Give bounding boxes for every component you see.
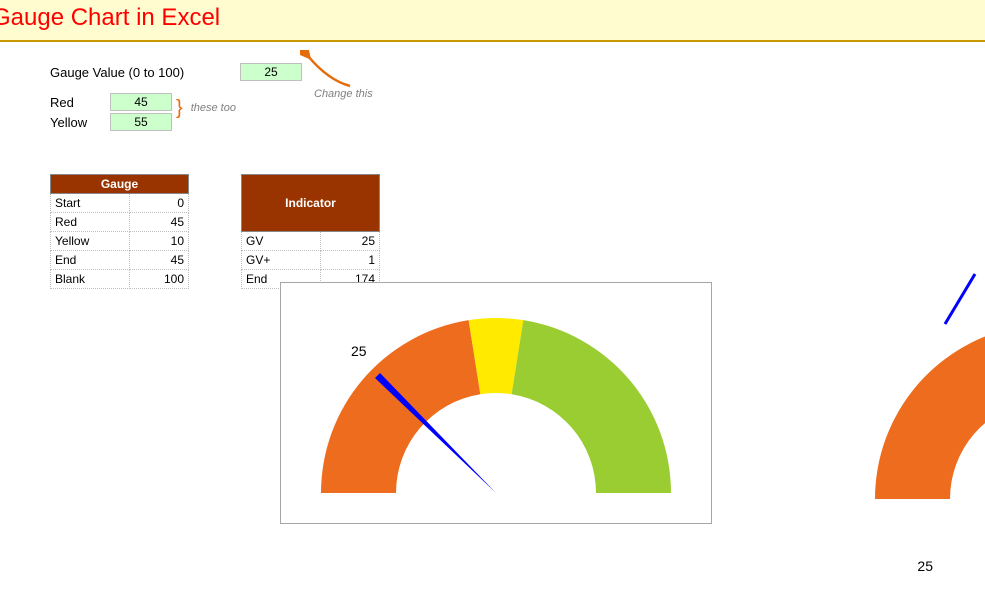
table-row: Blank100 — [51, 270, 189, 289]
gauge-value-label: Gauge Value (0 to 100) — [50, 65, 190, 80]
yellow-input[interactable]: 55 — [110, 113, 172, 131]
indicator-table-header: Indicator — [242, 175, 380, 232]
indicator-table: Indicator GV25 GV+1 End174 — [241, 174, 380, 289]
gauge-value-input[interactable]: 25 — [240, 63, 302, 81]
red-label: Red — [50, 95, 110, 110]
page-title: Gauge Chart in Excel — [0, 0, 985, 42]
gauge-table: Gauge Start0 Red45 Yellow10 End45 Blank1… — [50, 174, 189, 289]
yellow-label: Yellow — [50, 115, 110, 130]
gauge-needle-label: 25 — [351, 343, 367, 359]
hint-change-this: Change this — [314, 88, 373, 100]
red-input[interactable]: 45 — [110, 93, 172, 111]
hint-these-too: these too — [191, 102, 236, 114]
gauge-chart: 25 — [280, 282, 712, 524]
table-row: GV25 — [242, 232, 380, 251]
partial-needle — [925, 269, 985, 329]
table-row: End45 — [51, 251, 189, 270]
brace-icon: } — [176, 103, 183, 113]
table-row: Red45 — [51, 213, 189, 232]
table-row: Yellow10 — [51, 232, 189, 251]
table-row: Start0 — [51, 194, 189, 213]
table-row: GV+1 — [242, 251, 380, 270]
gauge-table-header: Gauge — [51, 175, 189, 194]
